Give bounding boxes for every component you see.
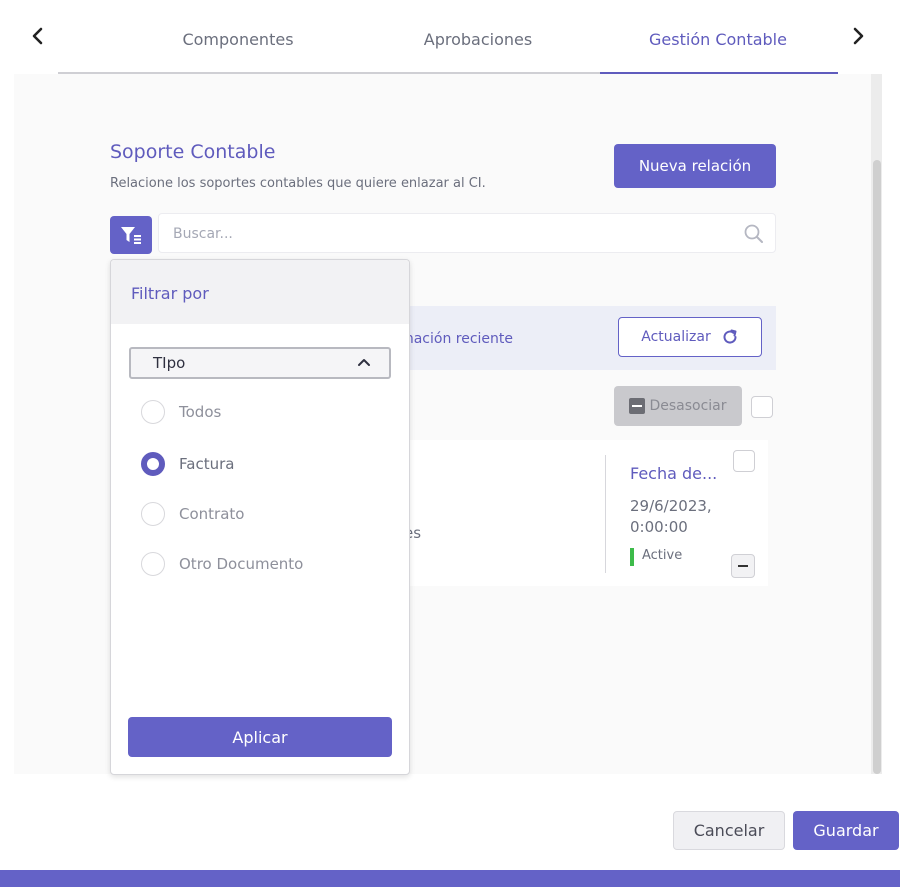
minus-icon	[629, 398, 646, 414]
radio-label: Todos	[179, 403, 222, 421]
type-select[interactable]: TIpo	[129, 347, 391, 379]
chevron-left-icon[interactable]	[24, 22, 52, 50]
search-box	[158, 213, 776, 253]
filter-button[interactable]	[110, 216, 152, 254]
section-title: Soporte Contable	[110, 141, 276, 163]
update-button[interactable]: Actualizar	[618, 317, 762, 357]
cancel-button[interactable]: Cancelar	[673, 811, 785, 850]
filter-panel-title: Filtrar por	[131, 284, 209, 303]
search-icon[interactable]	[743, 223, 765, 245]
refresh-icon	[723, 329, 737, 344]
collapse-button[interactable]	[731, 554, 755, 578]
scrollbar-thumb[interactable]	[873, 160, 881, 774]
radio-label: Otro Documento	[179, 555, 304, 573]
card-divider	[605, 455, 606, 573]
save-button[interactable]: Guardar	[793, 811, 899, 850]
update-button-label: Actualizar	[641, 329, 711, 345]
tab-componentes[interactable]: Componentes	[158, 30, 318, 49]
radio-button[interactable]	[141, 400, 165, 424]
tab-gestion-contable[interactable]: Gestión Contable	[618, 30, 818, 49]
tab-aprobaciones[interactable]: Aprobaciones	[398, 30, 558, 49]
radio-button[interactable]	[141, 502, 165, 526]
card-field-label: Fecha de...	[630, 464, 718, 483]
card-time: 0:00:00	[630, 518, 688, 536]
radio-button[interactable]	[141, 552, 165, 576]
select-all-checkbox[interactable]	[751, 396, 773, 418]
new-relation-button[interactable]: Nueva relación	[614, 144, 776, 188]
radio-option-contrato[interactable]: Contrato	[141, 502, 244, 526]
radio-option-todos[interactable]: Todos	[141, 400, 221, 424]
status-indicator	[630, 548, 634, 566]
radio-label: Contrato	[179, 505, 245, 523]
disassociate-label: Desasociar	[649, 398, 727, 414]
type-select-label: TIpo	[153, 354, 186, 372]
chevron-right-icon[interactable]	[844, 22, 872, 50]
filter-panel: Filtrar por TIpo Todos Factura Contrato …	[110, 259, 410, 775]
radio-option-otro-documento[interactable]: Otro Documento	[141, 552, 303, 576]
bottom-bar	[0, 870, 900, 887]
section-subtitle: Relacione los soportes contables que qui…	[110, 176, 486, 191]
card-date: 29/6/2023,	[630, 497, 712, 515]
search-input[interactable]	[173, 223, 733, 245]
filter-panel-header: Filtrar por	[111, 260, 409, 324]
radio-option-factura[interactable]: Factura	[141, 452, 234, 476]
radio-label: Factura	[179, 455, 235, 473]
radio-button-checked[interactable]	[141, 452, 165, 476]
card-checkbox[interactable]	[733, 450, 755, 472]
disassociate-button[interactable]: Desasociar	[614, 386, 742, 426]
filter-icon	[121, 227, 141, 244]
chevron-up-icon	[358, 359, 370, 366]
apply-button[interactable]: Aplicar	[128, 717, 392, 757]
status-badge: Active	[642, 548, 683, 563]
